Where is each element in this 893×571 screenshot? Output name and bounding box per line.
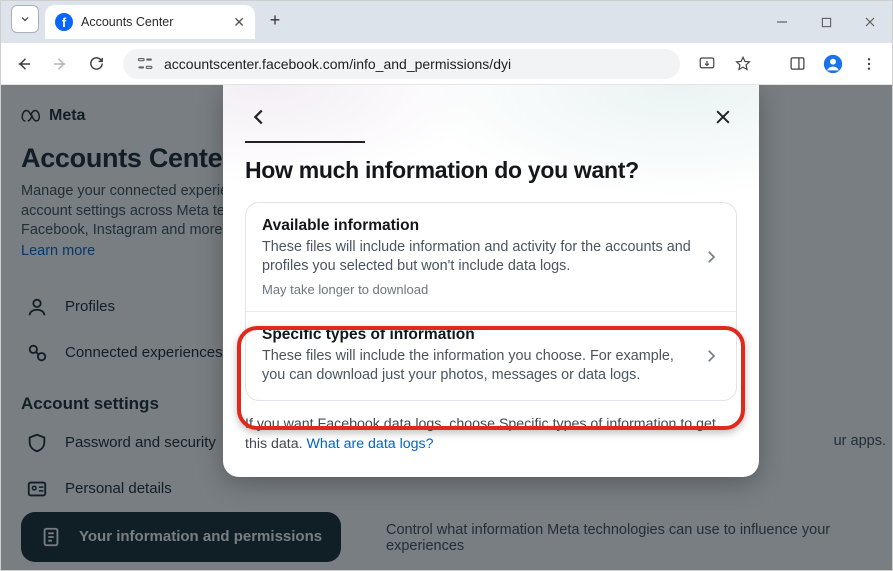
close-icon <box>713 107 733 127</box>
download-info-dialog: How much information do you want? Availa… <box>223 85 759 477</box>
dialog-footer: If you want Facebook data logs, choose S… <box>223 401 759 459</box>
dialog-close-button[interactable] <box>709 103 737 131</box>
tab-search-dropdown[interactable] <box>11 5 39 33</box>
panel-icon <box>789 55 806 72</box>
titlebar: f Accounts Center ✕ + <box>1 1 892 43</box>
what-are-data-logs-link[interactable]: What are data logs? <box>307 436 434 452</box>
chevron-right-icon <box>702 248 720 266</box>
nav-back-button[interactable] <box>9 49 39 79</box>
option-title: Specific types of information <box>262 326 692 344</box>
new-tab-button[interactable]: + <box>261 6 289 34</box>
star-icon <box>734 55 752 73</box>
option-description: These files will include information and… <box>262 238 692 277</box>
dialog-header <box>223 85 759 135</box>
chevron-right-icon <box>702 347 720 365</box>
nav-reload-button[interactable] <box>81 49 111 79</box>
browser-tab[interactable]: f Accounts Center ✕ <box>45 5 255 39</box>
minimize-icon <box>776 16 788 28</box>
reload-icon <box>88 55 105 72</box>
maximize-icon <box>821 17 832 28</box>
profile-avatar-icon <box>822 53 844 75</box>
browser-window: f Accounts Center ✕ + accountscenter.fac… <box>0 0 893 571</box>
chevron-left-icon <box>248 106 270 128</box>
titlebar-left: f Accounts Center ✕ + <box>1 1 289 43</box>
window-minimize-button[interactable] <box>760 7 804 37</box>
page-content: Meta Accounts Center Manage your connect… <box>1 85 892 570</box>
kebab-icon <box>861 56 877 72</box>
option-body: Specific types of information These file… <box>262 326 692 386</box>
dialog-back-button[interactable] <box>245 103 273 131</box>
facebook-favicon-icon: f <box>55 13 73 31</box>
window-close-button[interactable] <box>848 7 892 37</box>
option-available-information[interactable]: Available information These files will i… <box>246 203 736 311</box>
option-title: Available information <box>262 217 692 235</box>
url-text: accountscenter.facebook.com/info_and_per… <box>164 56 511 72</box>
bookmark-button[interactable] <box>728 49 758 79</box>
option-body: Available information These files will i… <box>262 217 692 297</box>
address-bar: accountscenter.facebook.com/info_and_per… <box>1 43 892 85</box>
arrow-left-icon <box>15 55 33 73</box>
site-settings-icon[interactable] <box>137 56 154 71</box>
dialog-title: How much information do you want? <box>245 157 737 184</box>
chevron-down-icon <box>19 13 31 25</box>
profile-button[interactable] <box>818 49 848 79</box>
chrome-menu-button[interactable] <box>854 49 884 79</box>
option-specific-types[interactable]: Specific types of information These file… <box>246 311 736 400</box>
close-icon <box>864 16 876 28</box>
option-description: These files will include the information… <box>262 347 692 386</box>
dialog-body: How much information do you want? Availa… <box>223 141 759 401</box>
install-app-button[interactable] <box>692 49 722 79</box>
window-maximize-button[interactable] <box>804 7 848 37</box>
tab-title: Accounts Center <box>81 15 225 29</box>
install-icon <box>698 55 716 73</box>
window-controls <box>760 1 892 43</box>
nav-forward-button[interactable] <box>45 49 75 79</box>
dialog-divider <box>245 141 365 143</box>
close-tab-icon[interactable]: ✕ <box>233 14 245 31</box>
options-card: Available information These files will i… <box>245 202 737 401</box>
url-field[interactable]: accountscenter.facebook.com/info_and_per… <box>123 49 680 79</box>
arrow-right-icon <box>51 55 69 73</box>
side-panel-button[interactable] <box>782 49 812 79</box>
option-subtext: May take longer to download <box>262 282 692 297</box>
